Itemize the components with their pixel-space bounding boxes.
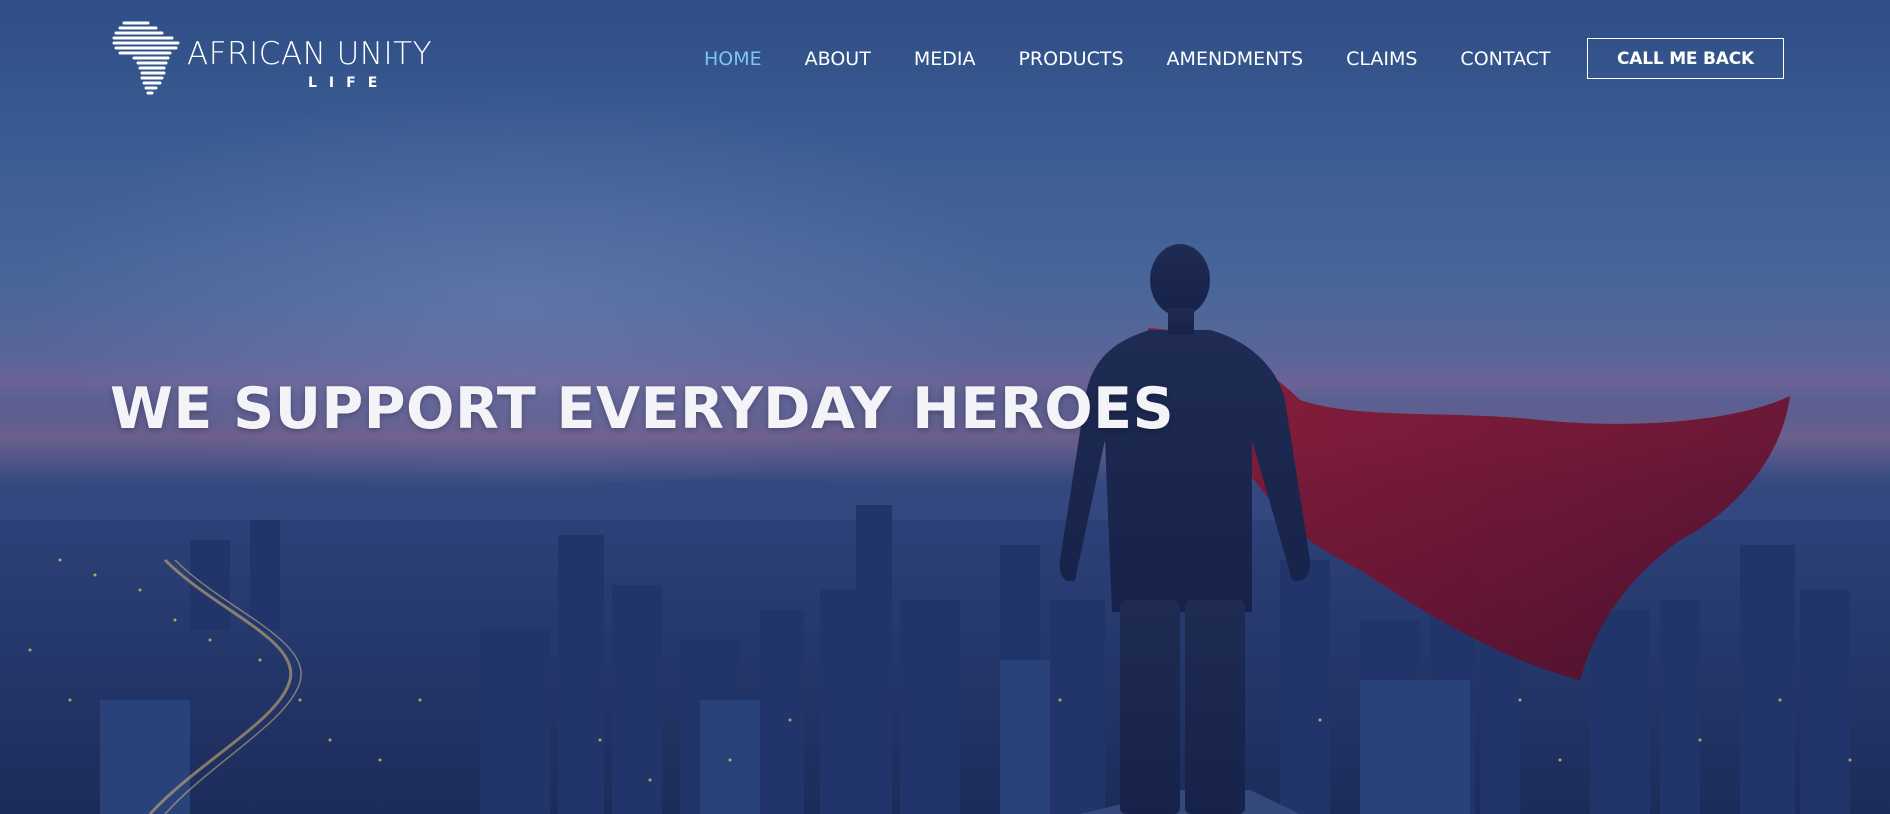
top-navigation: AFRICAN UNITY LIFE HOME ABOUT MEDIA PROD… [0,0,1890,120]
nav-item-amendments[interactable]: AMENDMENTS [1167,47,1304,71]
nav-item-about[interactable]: ABOUT [805,47,871,71]
main-menu: HOME ABOUT MEDIA PRODUCTS AMENDMENTS CLA… [704,47,1594,71]
hero-title: WE SUPPORT EVERYDAY HEROES [110,376,1175,442]
nav-item-claims[interactable]: CLAIMS [1346,47,1417,71]
nav-item-home[interactable]: HOME [704,47,762,71]
brand-logo[interactable]: AFRICAN UNITY LIFE [112,20,432,100]
nav-item-products[interactable]: PRODUCTS [1018,47,1123,71]
hero-page: AFRICAN UNITY LIFE HOME ABOUT MEDIA PROD… [0,0,1890,814]
brand-name: AFRICAN UNITY [187,36,433,72]
call-me-back-button[interactable]: CALL ME BACK [1587,38,1784,79]
brand-subname: LIFE [308,75,390,91]
nav-item-media[interactable]: MEDIA [914,47,976,71]
nav-item-contact[interactable]: CONTACT [1460,47,1550,71]
africa-continent-icon [112,21,180,95]
